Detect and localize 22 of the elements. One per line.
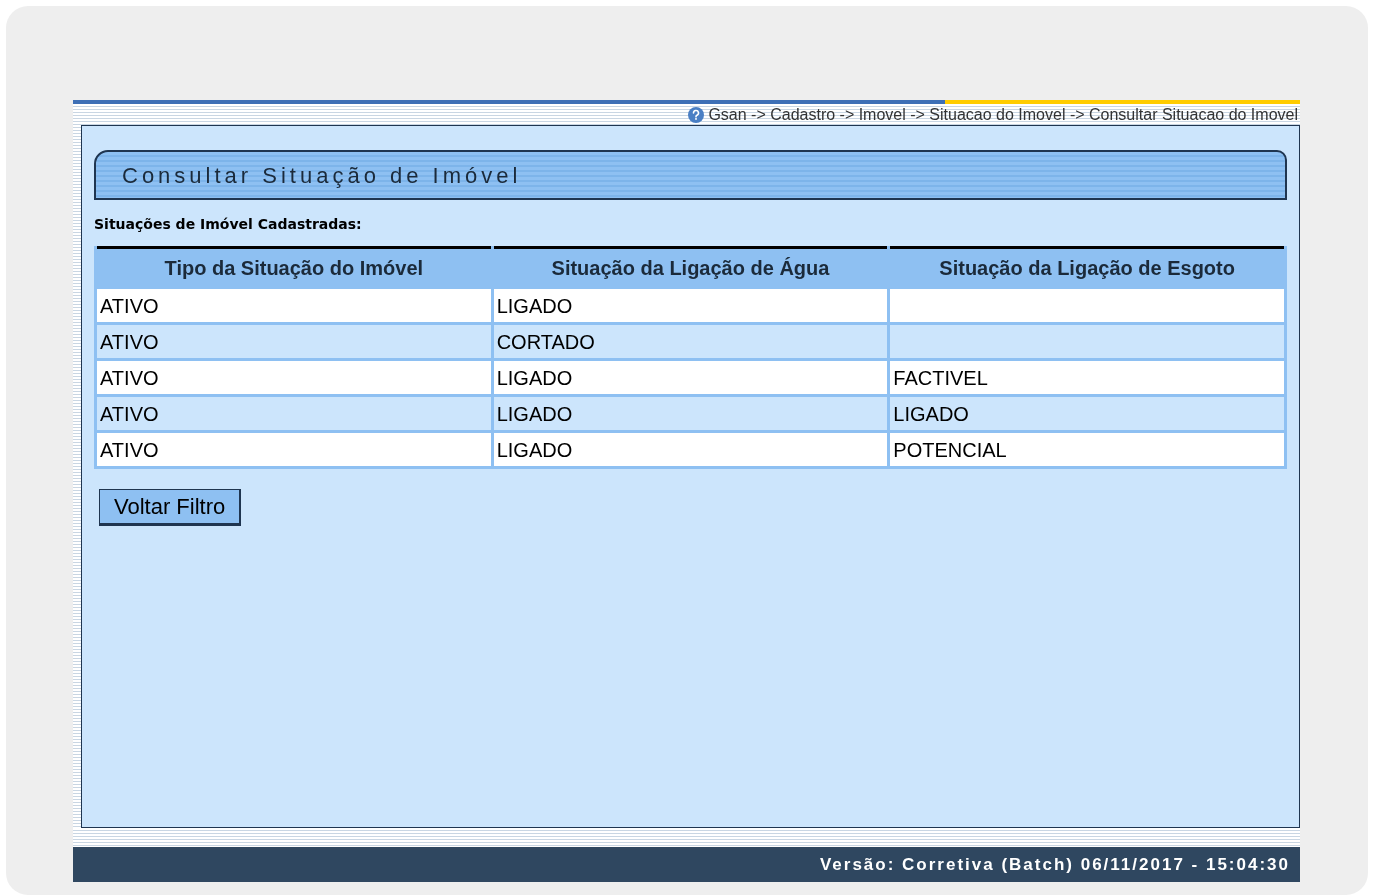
table-cell: LIGADO xyxy=(492,359,889,396)
table-cell: LIGADO xyxy=(492,395,889,432)
table-cell: ATIVO xyxy=(95,359,493,396)
table-cell: LIGADO xyxy=(888,395,1286,432)
column-header: Situação da Ligação de Água xyxy=(492,247,889,288)
table-cell: POTENCIAL xyxy=(888,431,1286,468)
page-title: Consultar Situação de Imóvel xyxy=(122,161,522,190)
table-cell: ATIVO xyxy=(95,287,493,324)
table-cell: LIGADO xyxy=(492,287,889,324)
table-cell: FACTIVEL xyxy=(888,359,1286,396)
version-text: Versão: Corretiva (Batch) 06/11/2017 - 15:04:30 xyxy=(819,853,1290,876)
back-button[interactable]: Voltar Filtro xyxy=(99,489,242,526)
table-cell: ATIVO xyxy=(95,395,493,432)
help-icon[interactable] xyxy=(688,106,705,123)
column-header: Situação da Ligação de Esgoto xyxy=(888,247,1286,288)
column-header: Tipo da Situação do Imóvel xyxy=(95,247,493,288)
section-label: Situações de Imóvel Cadastradas: xyxy=(94,215,363,234)
table-cell: CORTADO xyxy=(492,323,889,360)
breadcrumb: Gsan -> Cadastro -> Imovel -> Situacao do Imovel -> Consultar Situacao do Imovel xyxy=(708,104,1298,125)
table-cell: ATIVO xyxy=(95,323,493,360)
table-cell: LIGADO xyxy=(492,431,889,468)
table-cell: ATIVO xyxy=(95,431,493,468)
